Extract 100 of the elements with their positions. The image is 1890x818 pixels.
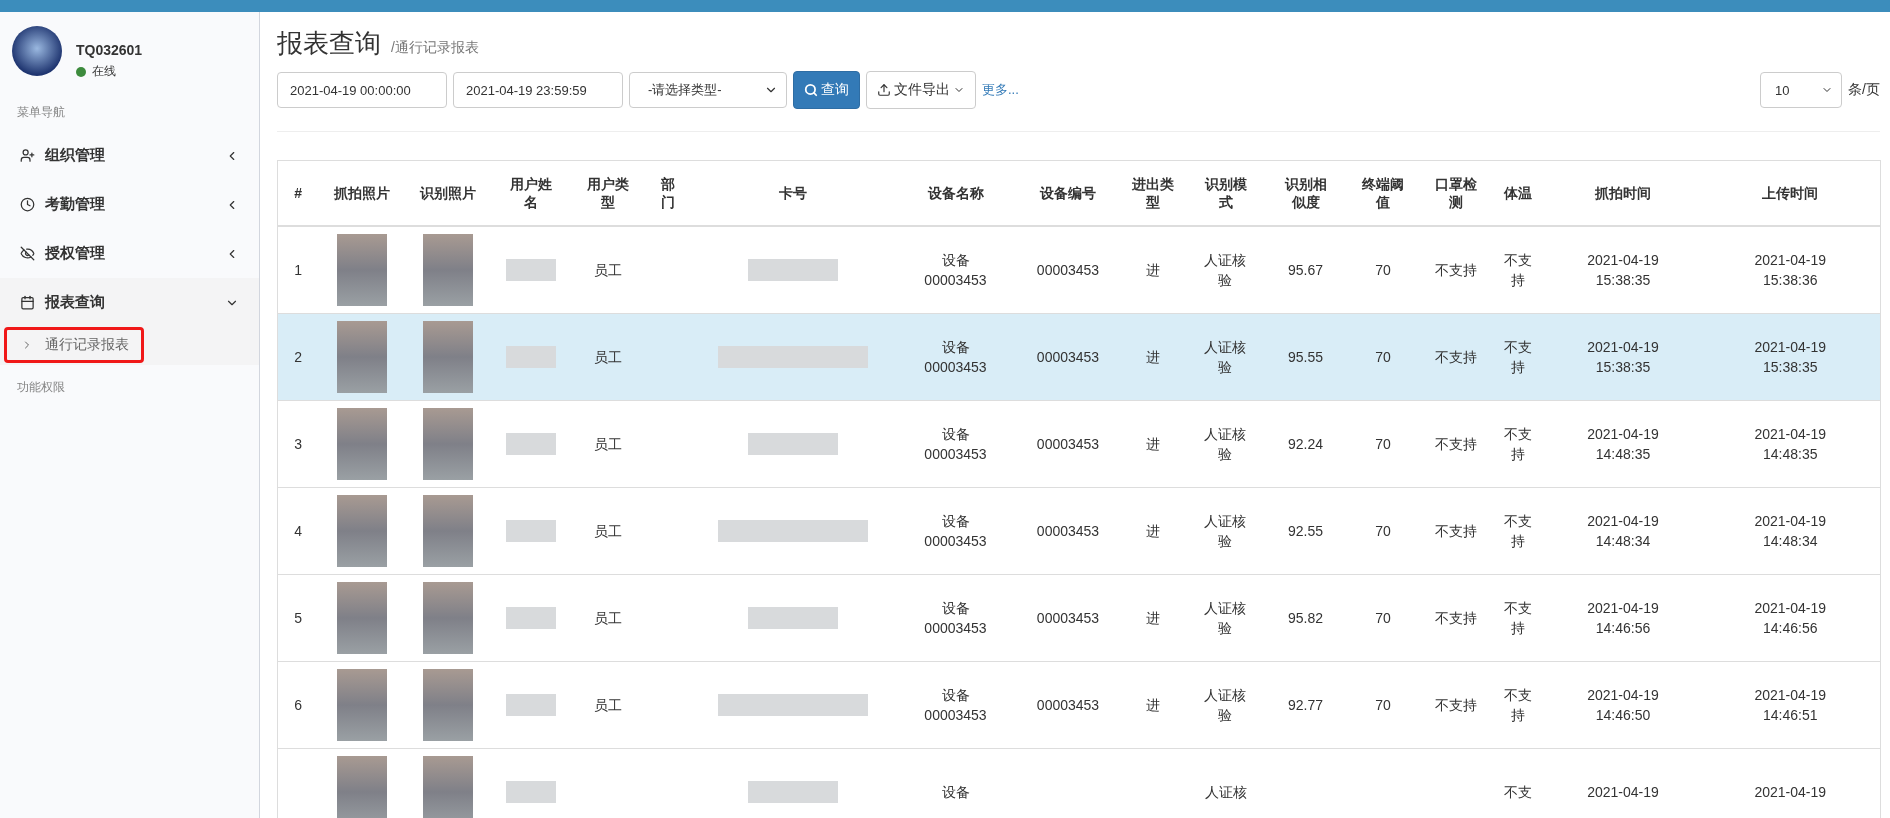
device-number-cell-text: 00003453: [1036, 521, 1100, 541]
device-number-cell-text: 00003453: [1036, 260, 1100, 280]
redacted-block: [505, 259, 556, 281]
photo-placeholder: [423, 234, 473, 306]
table-row[interactable]: 4 员工 设备 00003453 00003453 进 人证核验 92.55 70 不支持 不支持 2021-04-19 14:48:34 2021-04-19 14:48:34: [277, 487, 1881, 575]
index-cell-text: 5: [294, 608, 303, 628]
column-header: 进出类型: [1131, 174, 1175, 212]
column-header: 口罩检测: [1433, 174, 1478, 212]
table-row[interactable]: 6 员工 设备 00003453 00003453 进 人证核验 92.77 70 不支持 不支持 2021-04-19 14:46:50 2021-04-19 14:46:51: [277, 661, 1881, 749]
temperature-cell-text: 不支: [1504, 782, 1532, 802]
end-time-field[interactable]: 2021-04-19 23:59:59: [453, 72, 623, 108]
photo-placeholder: [423, 756, 473, 818]
similarity-cell-text: 95.82: [1287, 608, 1323, 628]
threshold-cell-text: 70: [1375, 434, 1391, 454]
capture-time-cell-text: 2021-04-19: [1587, 782, 1659, 802]
status-text: 在线: [92, 63, 116, 80]
device-name-cell-text: 设备 00003453: [923, 511, 988, 551]
device-name-cell-text: 设备: [941, 782, 970, 802]
more-link[interactable]: 更多...: [982, 81, 1019, 99]
threshold-cell-text: 70: [1375, 608, 1391, 628]
table-row[interactable]: 3 员工 设备 00003453 00003453 进 人证核验 92.24 70 不支持 不支持 2021-04-19 14:48:35 2021-04-19 14:48:35: [277, 400, 1881, 488]
redacted-block: [505, 607, 556, 629]
section-title: 功能权限: [16, 379, 66, 396]
column-header: 抓拍时间: [1595, 183, 1651, 203]
similarity-cell-text: 92.77: [1287, 695, 1323, 715]
index-cell-text: 6: [294, 695, 303, 715]
mask-cell-text: 不支持: [1434, 521, 1477, 541]
user-type-cell-text: 员工: [594, 260, 622, 280]
device-name-cell-text: 设备 00003453: [923, 424, 988, 464]
table-row[interactable]: 5 员工 设备 00003453 00003453 进 人证核验 95.82 70 不支持 不支持 2021-04-19 14:46:56 2021-04-19 14:46:56: [277, 574, 1881, 662]
upload-time-cell-text: 2021-04-19 15:38:36: [1753, 250, 1828, 290]
threshold-cell-text: 70: [1375, 347, 1391, 367]
photo-placeholder: [337, 669, 387, 741]
search-button[interactable]: 查询: [793, 71, 860, 109]
device-name-cell-text: 设备 00003453: [923, 250, 988, 290]
nav-subitem[interactable]: 通行记录报表: [4, 327, 144, 363]
photo-placeholder: [337, 321, 387, 393]
column-header: #: [294, 183, 303, 203]
clock-icon: [20, 197, 35, 212]
capture-time-cell-text: 2021-04-19 14:46:50: [1586, 685, 1660, 725]
nav-item[interactable]: 考勤管理: [0, 180, 259, 229]
mode-cell-text: 人证核验: [1203, 685, 1248, 725]
section-title: 菜单导航: [16, 104, 66, 121]
similarity-cell-text: 95.55: [1287, 347, 1323, 367]
user-name: TQ032601: [76, 42, 143, 58]
eye-slash-icon: [20, 246, 35, 261]
similarity-cell-text: 95.67: [1287, 260, 1323, 280]
index-cell-text: 1: [294, 260, 303, 280]
type-select[interactable]: -请选择类型-: [629, 72, 787, 108]
mask-cell-text: 不支持: [1434, 695, 1477, 715]
column-header: 卡号: [779, 183, 807, 203]
upload-time-cell-text: 2021-04-19: [1754, 782, 1827, 802]
table-row[interactable]: 1 员工 设备 00003453 00003453 进 人证核验 95.67 70 不支持 不支持 2021-04-19 15:38:35 2021-04-19 15:38:36: [277, 226, 1881, 314]
column-header: 用户类型: [586, 174, 630, 212]
upload-time-cell-text: 2021-04-19 14:46:56: [1753, 598, 1828, 638]
user-plus-icon: [20, 148, 35, 163]
photo-placeholder: [337, 408, 387, 480]
capture-time-cell-text: 2021-04-19 14:46:56: [1586, 598, 1660, 638]
device-number-cell-text: 00003453: [1036, 608, 1100, 628]
temperature-cell-text: 不支持: [1503, 337, 1533, 377]
temperature-cell-text: 不支持: [1503, 511, 1533, 551]
device-number-cell-text: 00003453: [1036, 434, 1100, 454]
user-type-cell-text: 员工: [594, 695, 622, 715]
user-type-cell-text: 员工: [594, 347, 622, 367]
upload-time-cell-text: 2021-04-19 15:38:35: [1753, 337, 1828, 377]
temperature-cell-text: 不支持: [1503, 424, 1533, 464]
index-cell-text: 3: [294, 434, 303, 454]
nav-item[interactable]: 组织管理: [0, 131, 259, 180]
direction-cell-text: 进: [1146, 608, 1160, 628]
nav-label: 授权管理: [45, 244, 106, 263]
table-row[interactable]: 设备 人证核 不支 2021-04-19 2021-04-19: [277, 748, 1881, 818]
mode-cell-text: 人证核验: [1203, 250, 1248, 290]
direction-cell-text: 进: [1146, 434, 1160, 454]
column-header: 上传时间: [1762, 183, 1819, 203]
direction-cell-text: 进: [1146, 521, 1160, 541]
page-size-select[interactable]: 10: [1760, 72, 1843, 108]
page-title: 报表查询: [277, 27, 381, 60]
page-size-unit: 条/页: [1848, 81, 1880, 99]
search-icon: [804, 83, 818, 97]
photo-placeholder: [337, 756, 387, 818]
avatar: [12, 26, 62, 76]
device-name-cell-text: 设备 00003453: [923, 598, 988, 638]
column-header: 设备名称: [927, 183, 984, 203]
mode-cell-text: 人证核验: [1203, 337, 1248, 377]
export-button[interactable]: 文件导出: [866, 71, 976, 109]
nav-item[interactable]: 报表查询: [0, 278, 259, 327]
column-header: 体温: [1504, 183, 1532, 203]
threshold-cell-text: 70: [1375, 695, 1391, 715]
nav-item[interactable]: 授权管理: [0, 229, 259, 278]
direction-cell-text: 进: [1146, 695, 1160, 715]
capture-time-cell-text: 2021-04-19 14:48:35: [1586, 424, 1660, 464]
column-header: 识别模式: [1203, 174, 1248, 212]
mode-cell-text: 人证核验: [1203, 424, 1248, 464]
photo-placeholder: [337, 234, 387, 306]
redacted-block: [505, 520, 556, 542]
mask-cell-text: 不支持: [1434, 260, 1477, 280]
photo-placeholder: [423, 669, 473, 741]
device-number-cell-text: 00003453: [1036, 347, 1100, 367]
column-header: 识别照片: [420, 183, 476, 203]
start-time-field[interactable]: 2021-04-19 00:00:00: [277, 72, 447, 108]
